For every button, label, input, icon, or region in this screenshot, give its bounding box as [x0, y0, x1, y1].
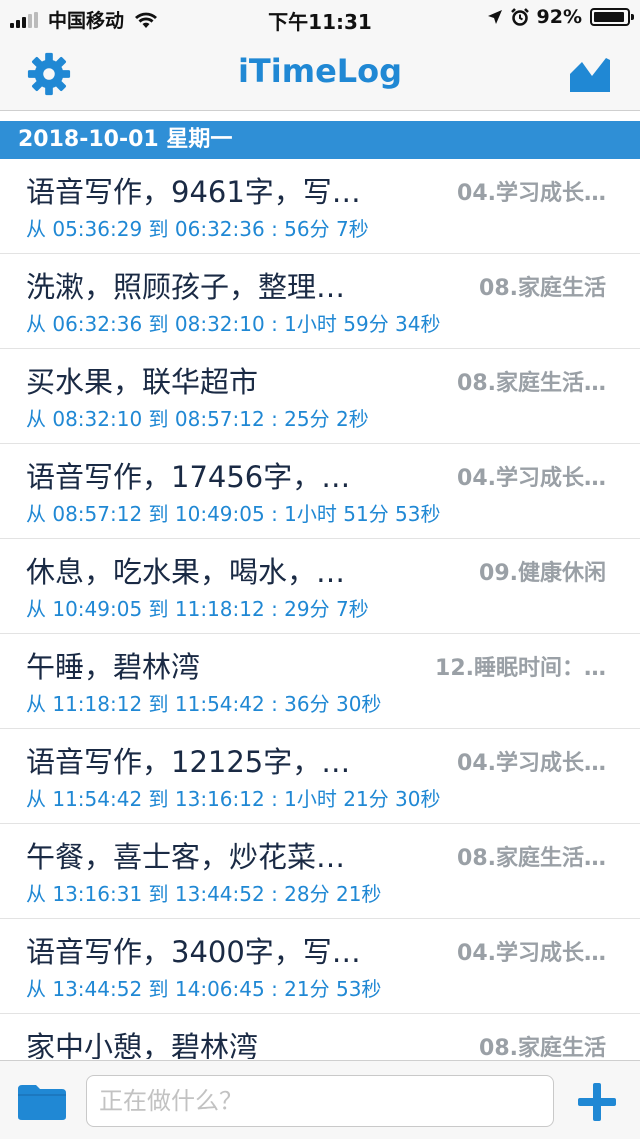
- entry-time-range: 从 08:32:10 到 08:57:12 : 25分 2秒: [26, 407, 369, 431]
- entry-title: 语音写作，17456字，…: [26, 460, 351, 494]
- entry-time-range: 从 05:36:29 到 06:32:36 : 56分 7秒: [26, 217, 369, 241]
- entry-category: 08.家庭生活: [479, 1036, 606, 1059]
- entry-category: 04.学习成长…: [457, 751, 606, 776]
- entry-category: 08.家庭生活: [479, 276, 606, 301]
- log-entry-row[interactable]: 洗漱，照顾孩子，整理… 08.家庭生活 从 06:32:36 到 08:32:1…: [0, 254, 640, 349]
- folder-icon[interactable]: [16, 1083, 68, 1121]
- entry-time-range: 从 08:57:12 到 10:49:05 : 1小时 51分 53秒: [26, 502, 441, 526]
- log-entry-row[interactable]: 休息，吃水果，喝水，… 09.健康休闲 从 10:49:05 到 11:18:1…: [0, 539, 640, 634]
- entry-title: 买水果，联华超市: [26, 365, 259, 399]
- bottom-toolbar: [0, 1060, 640, 1139]
- battery-percent: 92%: [536, 6, 582, 28]
- entry-time-range: 从 10:49:05 到 11:18:12 : 29分 7秒: [26, 597, 369, 621]
- entry-category: 09.健康休闲: [479, 561, 606, 586]
- entry-title: 家中小憩，碧林湾: [26, 1030, 259, 1059]
- entry-time-range: 从 06:32:36 到 08:32:10 : 1小时 59分 34秒: [26, 312, 441, 336]
- entry-title: 午餐，喜士客，炒花菜…: [26, 840, 346, 874]
- log-entry-row[interactable]: 午餐，喜士客，炒花菜… 08.家庭生活… 从 13:16:31 到 13:44:…: [0, 824, 640, 919]
- entry-category: 04.学习成长…: [457, 466, 606, 491]
- time-log-list[interactable]: 语音写作，9461字，写… 04.学习成长… 从 05:36:29 到 06:3…: [0, 159, 640, 1059]
- statistics-chart-icon[interactable]: [568, 54, 612, 94]
- log-entry-row[interactable]: 家中小憩，碧林湾 08.家庭生活: [0, 1014, 640, 1059]
- entry-title: 洗漱，照顾孩子，整理…: [26, 270, 346, 304]
- log-entry-row[interactable]: 午睡，碧林湾 12.睡眠时间：… 从 11:18:12 到 11:54:42 :…: [0, 634, 640, 729]
- location-arrow-icon: [487, 10, 502, 24]
- entry-time-range: 从 11:54:42 到 13:16:12 : 1小时 21分 30秒: [26, 787, 441, 811]
- log-entry-row[interactable]: 语音写作，12125字，… 04.学习成长… 从 11:54:42 到 13:1…: [0, 729, 640, 824]
- add-plus-icon[interactable]: [576, 1081, 618, 1123]
- entry-category: 12.睡眠时间：…: [435, 656, 606, 681]
- nav-bar: iTimeLog: [0, 38, 640, 111]
- date-section-header: 2018-10-01 星期一: [0, 121, 640, 159]
- entry-title: 午睡，碧林湾: [26, 650, 201, 684]
- entry-category: 08.家庭生活…: [457, 371, 606, 396]
- log-entry-row[interactable]: 买水果，联华超市 08.家庭生活… 从 08:32:10 到 08:57:12 …: [0, 349, 640, 444]
- alarm-clock-icon: [510, 8, 529, 26]
- entry-title: 休息，吃水果，喝水，…: [26, 555, 346, 589]
- entry-title: 语音写作，3400字，写…: [26, 935, 361, 969]
- app-title: iTimeLog: [237, 52, 403, 90]
- activity-input[interactable]: [86, 1075, 554, 1127]
- entry-category: 08.家庭生活…: [457, 846, 606, 871]
- status-bar: 中国移动 下午11:31 92%: [0, 0, 640, 38]
- entry-title: 语音写作，9461字，写…: [26, 175, 361, 209]
- entry-category: 04.学习成长…: [457, 941, 606, 966]
- log-entry-row[interactable]: 语音写作，3400字，写… 04.学习成长… 从 13:44:52 到 14:0…: [0, 919, 640, 1014]
- entry-title: 语音写作，12125字，…: [26, 745, 351, 779]
- entry-time-range: 从 13:44:52 到 14:06:45 : 21分 53秒: [26, 977, 382, 1001]
- entry-time-range: 从 13:16:31 到 13:44:52 : 28分 21秒: [26, 882, 382, 906]
- status-right: 92%: [479, 6, 634, 28]
- battery-icon: [590, 8, 634, 26]
- entry-time-range: 从 11:18:12 到 11:54:42 : 36分 30秒: [26, 692, 382, 716]
- entry-category: 04.学习成长…: [457, 181, 606, 206]
- log-entry-row[interactable]: 语音写作，17456字，… 04.学习成长… 从 08:57:12 到 10:4…: [0, 444, 640, 539]
- log-entry-row[interactable]: 语音写作，9461字，写… 04.学习成长… 从 05:36:29 到 06:3…: [0, 159, 640, 254]
